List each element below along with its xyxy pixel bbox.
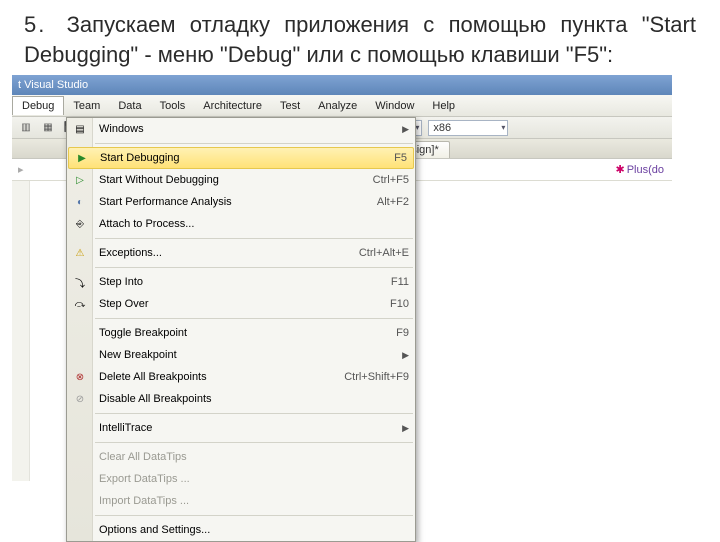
menu-item-shortcut: F9: [396, 327, 409, 339]
blank-icon: [72, 325, 88, 341]
menu-item-intellitrace[interactable]: IntelliTrace ▶: [67, 417, 415, 439]
menu-separator: [95, 238, 413, 239]
menu-item-attach-to-process[interactable]: ⎆ Attach to Process...: [67, 213, 415, 235]
submenu-arrow-icon: ▶: [402, 124, 409, 135]
menu-architecture[interactable]: Architecture: [194, 97, 271, 115]
menu-item-label: Step Over: [99, 298, 380, 310]
menu-item-toggle-breakpoint[interactable]: Toggle Breakpoint F9: [67, 322, 415, 344]
menu-item-label: Step Into: [99, 276, 381, 288]
menu-item-start-without-debugging[interactable]: ▷ Start Without Debugging Ctrl+F5: [67, 169, 415, 191]
blank-icon: [72, 471, 88, 487]
menu-item-label: Start Debugging: [100, 152, 384, 164]
menu-item-start-performance-analysis[interactable]: ◐ Start Performance Analysis Alt+F2: [67, 191, 415, 213]
menu-separator: [95, 318, 413, 319]
blank-icon: [72, 347, 88, 363]
menu-item-new-breakpoint[interactable]: New Breakpoint ▶: [67, 344, 415, 366]
menu-item-disable-all-breakpoints[interactable]: ⊘ Disable All Breakpoints: [67, 388, 415, 410]
menu-item-shortcut: Ctrl+Alt+E: [359, 247, 409, 259]
menu-tools[interactable]: Tools: [151, 97, 195, 115]
perf-icon: ◐: [72, 194, 88, 210]
crumb-arrow-icon: ▸: [18, 163, 24, 176]
menu-item-label: Toggle Breakpoint: [99, 327, 386, 339]
menu-item-shortcut: Ctrl+F5: [373, 174, 409, 186]
menu-item-label: Clear All DataTips: [99, 451, 409, 463]
menu-item-shortcut: F11: [391, 276, 409, 288]
menu-debug[interactable]: Debug: [12, 96, 64, 115]
menu-analyze[interactable]: Analyze: [309, 97, 366, 115]
step-into-icon: ⤵: [72, 274, 88, 290]
platform-combo[interactable]: x86: [428, 120, 508, 136]
attach-icon: ⎆: [72, 216, 88, 232]
step-body: Запускаем отладку приложения с помощью п…: [24, 12, 696, 67]
menu-item-label: Delete All Breakpoints: [99, 371, 334, 383]
windows-icon: ▤: [72, 121, 88, 137]
menu-item-label: Start Performance Analysis: [99, 196, 367, 208]
menu-item-start-debugging[interactable]: ▶ Start Debugging F5: [68, 147, 414, 169]
step-number: 5.: [24, 12, 46, 37]
menu-separator: [95, 143, 413, 144]
menu-separator: [95, 413, 413, 414]
new-icon[interactable]: ▥: [18, 120, 34, 136]
menu-item-options-and-settings[interactable]: Options and Settings...: [67, 519, 415, 541]
menu-item-exceptions[interactable]: ⚠ Exceptions... Ctrl+Alt+E: [67, 242, 415, 264]
menubar: DebugTeamDataToolsArchitectureTestAnalyz…: [12, 95, 672, 117]
vs-screenshot: t Visual Studio DebugTeamDataToolsArchit…: [12, 75, 672, 481]
menu-data[interactable]: Data: [109, 97, 150, 115]
menu-item-step-into[interactable]: ⤵ Step Into F11: [67, 271, 415, 293]
delete-bp-icon: ⊗: [72, 369, 88, 385]
menu-item-label: Attach to Process...: [99, 218, 409, 230]
blank-icon: [72, 493, 88, 509]
menu-item-shortcut: F10: [390, 298, 409, 310]
menu-separator: [95, 442, 413, 443]
disable-bp-icon: ⊘: [72, 391, 88, 407]
play-icon: ▶: [74, 150, 90, 166]
debug-menu-dropdown: ▤ Windows ▶ ▶ Start Debugging F5 ▷ Start Withou…: [66, 117, 416, 542]
menu-item-windows[interactable]: ▤ Windows ▶: [67, 118, 415, 140]
menu-item-shortcut: F5: [394, 152, 407, 164]
menu-item-shortcut: Alt+F2: [377, 196, 409, 208]
play-outline-icon: ▷: [72, 172, 88, 188]
menu-item-label: Disable All Breakpoints: [99, 393, 409, 405]
window-titlebar: t Visual Studio: [12, 75, 672, 95]
menu-item-shortcut: Ctrl+Shift+F9: [344, 371, 409, 383]
menu-test[interactable]: Test: [271, 97, 309, 115]
menu-team[interactable]: Team: [64, 97, 109, 115]
exceptions-icon: ⚠: [72, 245, 88, 261]
blank-icon: [72, 522, 88, 538]
menu-window[interactable]: Window: [366, 97, 423, 115]
menu-item-label: IntelliTrace: [99, 422, 396, 434]
menu-separator: [95, 267, 413, 268]
step-over-icon: ⤼: [72, 296, 88, 312]
menu-item-step-over[interactable]: ⤼ Step Over F10: [67, 293, 415, 315]
menu-item-delete-all-breakpoints[interactable]: ⊗ Delete All Breakpoints Ctrl+Shift+F9: [67, 366, 415, 388]
method-icon: ✱: [615, 164, 624, 176]
menu-item-label: Start Without Debugging: [99, 174, 363, 186]
open-icon[interactable]: ▦: [40, 120, 56, 136]
window-title: t Visual Studio: [18, 79, 88, 91]
code-gutter: [12, 181, 30, 481]
blank-icon: [72, 449, 88, 465]
menu-item-label: Exceptions...: [99, 247, 349, 259]
crumb-method[interactable]: ✱Plus(do: [615, 163, 664, 176]
menu-item-label: New Breakpoint: [99, 349, 396, 361]
instruction-text: 5. Запускаем отладку приложения с помощь…: [0, 0, 720, 75]
submenu-arrow-icon: ▶: [402, 350, 409, 361]
menu-item-import-datatips: Import DataTips ...: [67, 490, 415, 512]
menu-item-export-datatips: Export DataTips ...: [67, 468, 415, 490]
blank-icon: [72, 420, 88, 436]
menu-item-label: Export DataTips ...: [99, 473, 409, 485]
menu-help[interactable]: Help: [423, 97, 464, 115]
menu-item-label: Options and Settings...: [99, 524, 409, 536]
menu-item-label: Windows: [99, 123, 396, 135]
menu-separator: [95, 515, 413, 516]
menu-item-clear-all-datatips: Clear All DataTips: [67, 446, 415, 468]
menu-item-label: Import DataTips ...: [99, 495, 409, 507]
submenu-arrow-icon: ▶: [402, 423, 409, 434]
